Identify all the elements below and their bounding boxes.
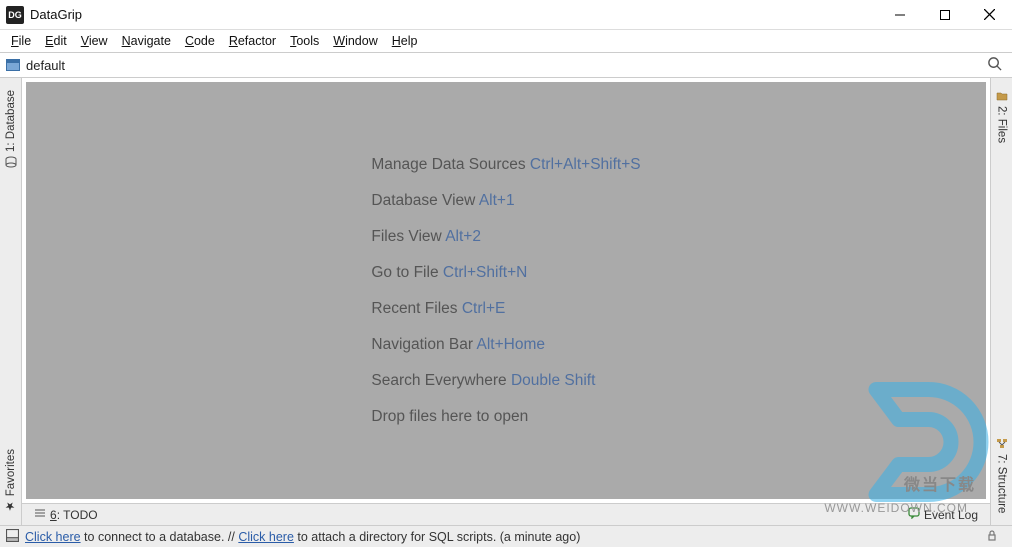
status-bar: Click here to connect to a database. // … xyxy=(0,525,1012,547)
menu-file[interactable]: File xyxy=(4,32,38,50)
maximize-button[interactable] xyxy=(922,0,967,30)
app-title: DataGrip xyxy=(30,7,82,22)
structure-tool-label: 7: Structure xyxy=(996,454,1008,513)
tip-recent-files: Recent Files Ctrl+E xyxy=(371,300,640,318)
main-area: 1: Database ★ Favorites Manage Data Sour… xyxy=(0,78,1012,525)
app-icon: DG xyxy=(6,6,24,24)
list-icon xyxy=(34,507,46,522)
menu-help[interactable]: Help xyxy=(385,32,425,50)
files-tool-label: 2: Files xyxy=(996,106,1008,143)
window-controls xyxy=(877,0,1012,30)
menu-window[interactable]: Window xyxy=(326,32,384,50)
project-icon xyxy=(6,59,20,71)
status-attach-link[interactable]: Click here xyxy=(238,530,294,544)
menu-refactor[interactable]: Refactor xyxy=(222,32,283,50)
files-tool-button[interactable]: 2: Files xyxy=(996,82,1008,151)
watermark-text-cn: 微当下载 xyxy=(904,471,976,495)
tip-navigation-bar: Navigation Bar Alt+Home xyxy=(371,336,640,354)
title-bar: DG DataGrip xyxy=(0,0,1012,30)
tip-manage-data-sources: Manage Data Sources Ctrl+Alt+Shift+S xyxy=(371,156,640,174)
close-button[interactable] xyxy=(967,0,1012,30)
tip-database-view: Database View Alt+1 xyxy=(371,192,640,210)
database-tool-button[interactable]: 1: Database xyxy=(5,82,17,176)
editor-area[interactable]: Manage Data Sources Ctrl+Alt+Shift+S Dat… xyxy=(26,82,986,499)
menu-bar: File Edit View Navigate Code Refactor To… xyxy=(0,30,1012,53)
balloon-icon xyxy=(908,507,920,522)
tip-drop-files: Drop files here to open xyxy=(371,408,640,426)
tip-go-to-file: Go to File Ctrl+Shift+N xyxy=(371,264,640,282)
todo-label: 6 xyxy=(50,508,57,522)
event-log-label: Event Log xyxy=(924,508,978,522)
status-message: Click here to connect to a database. // … xyxy=(25,530,978,544)
watermark-logo xyxy=(846,367,996,517)
folder-icon xyxy=(996,90,1008,102)
tip-search-everywhere: Search Everywhere Double Shift xyxy=(371,372,640,390)
welcome-tips: Manage Data Sources Ctrl+Alt+Shift+S Dat… xyxy=(371,138,640,444)
database-icon xyxy=(5,156,17,168)
navigation-bar: default xyxy=(0,53,1012,78)
status-panel-icon[interactable] xyxy=(6,529,19,545)
project-name[interactable]: default xyxy=(26,58,65,73)
tip-files-view: Files View Alt+2 xyxy=(371,228,640,246)
menu-edit[interactable]: Edit xyxy=(38,32,74,50)
menu-navigate[interactable]: Navigate xyxy=(115,32,178,50)
status-connect-link[interactable]: Click here xyxy=(25,530,81,544)
structure-icon xyxy=(996,438,1008,450)
event-log-button[interactable]: Event Log xyxy=(902,507,984,522)
database-tool-label: 1: Database xyxy=(5,90,17,152)
left-tool-strip: 1: Database ★ Favorites xyxy=(0,78,22,525)
lock-icon[interactable] xyxy=(978,529,1006,544)
favorites-tool-button[interactable]: ★ Favorites xyxy=(4,441,18,521)
todo-tool-button[interactable]: 6: TODO xyxy=(28,507,104,522)
menu-tools[interactable]: Tools xyxy=(283,32,326,50)
minimize-button[interactable] xyxy=(877,0,922,30)
bottom-tool-strip: 6: TODO Event Log xyxy=(22,503,990,525)
menu-code[interactable]: Code xyxy=(178,32,222,50)
favorites-tool-label: Favorites xyxy=(5,449,17,496)
structure-tool-button[interactable]: 7: Structure xyxy=(996,430,1008,521)
star-icon: ★ xyxy=(4,499,18,513)
search-icon[interactable] xyxy=(983,56,1006,74)
menu-view[interactable]: View xyxy=(74,32,115,50)
right-tool-strip: 2: Files 7: Structure xyxy=(990,78,1012,525)
